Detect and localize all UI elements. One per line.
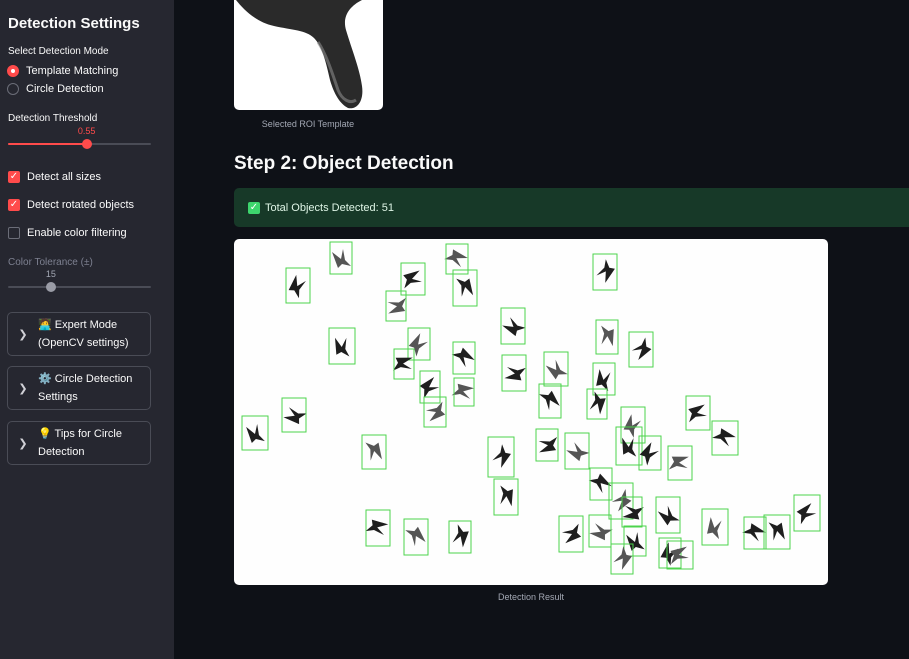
detection-box xyxy=(655,496,681,534)
threshold-label: Detection Threshold xyxy=(8,113,98,124)
detection-box xyxy=(393,348,415,380)
detection-box xyxy=(615,426,643,466)
chevron-right-icon: ❯ xyxy=(18,437,28,450)
expander-line: Settings xyxy=(38,391,78,403)
detection-box xyxy=(564,432,590,470)
expander-line: ⚙️ Circle Detection xyxy=(38,373,133,385)
detection-box xyxy=(285,267,311,304)
threshold-value: 0.55 xyxy=(77,126,96,136)
tolerance-label: Color Tolerance (±) xyxy=(8,257,93,268)
roi-caption: Selected ROI Template xyxy=(261,119,355,129)
alert-text: Total Objects Detected: 51 xyxy=(265,201,395,214)
sidebar-title: Detection Settings xyxy=(8,15,140,32)
main-content: Selected ROI Template Step 2: Object Det… xyxy=(174,0,909,659)
bird-wing-icon xyxy=(236,0,363,109)
detection-box xyxy=(711,420,739,456)
check-icon: ✓ xyxy=(248,201,260,214)
radio-label: Circle Detection xyxy=(26,83,104,95)
expander-circle-settings[interactable]: ❯ ⚙️ Circle Detection Settings xyxy=(7,366,151,410)
detection-box xyxy=(487,436,515,478)
success-alert: ✓ Total Objects Detected: 51 xyxy=(234,188,909,227)
detection-box xyxy=(535,428,559,462)
detection-box xyxy=(667,445,693,481)
radio-template-matching[interactable]: Template Matching xyxy=(7,65,118,77)
detection-box xyxy=(281,397,307,433)
radio-selected-icon[interactable] xyxy=(7,65,19,77)
detection-box xyxy=(558,515,584,553)
tolerance-value: 15 xyxy=(45,269,56,279)
check-icon[interactable]: ✓ xyxy=(8,199,20,211)
detection-box xyxy=(595,319,619,355)
detection-box xyxy=(623,525,647,557)
detection-box xyxy=(328,327,356,365)
detection-box xyxy=(701,508,729,546)
detection-box xyxy=(493,478,519,516)
detection-box xyxy=(329,241,353,275)
checkbox-detect-all-sizes[interactable]: ✓ Detect all sizes xyxy=(8,171,101,183)
detection-box xyxy=(403,518,429,556)
expander-line: Detection xyxy=(38,446,85,458)
expander-label: 💡 Tips for Circle Detection xyxy=(38,425,122,461)
threshold-slider[interactable]: 0.55 xyxy=(8,126,151,154)
detection-boxes xyxy=(241,241,821,575)
detection-box xyxy=(451,341,476,375)
checkbox-detect-rotated[interactable]: ✓ Detect rotated objects xyxy=(8,199,134,211)
detection-box xyxy=(608,482,634,520)
expander-label: ⚙️ Circle Detection Settings xyxy=(38,370,132,406)
detection-box xyxy=(451,377,475,407)
chevron-right-icon: ❯ xyxy=(18,328,28,341)
detection-box xyxy=(588,514,613,548)
sidebar: Detection Settings Select Detection Mode… xyxy=(0,0,174,659)
detection-box xyxy=(628,331,654,368)
detection-box xyxy=(448,520,472,554)
checkbox-label: Detect rotated objects xyxy=(27,199,135,211)
detection-box xyxy=(419,370,441,404)
checkbox-color-filtering[interactable]: Enable color filtering xyxy=(8,227,127,239)
checkbox-label: Detect all sizes xyxy=(27,171,101,183)
detection-box xyxy=(586,388,608,420)
detection-box xyxy=(685,395,711,431)
mode-label: Select Detection Mode xyxy=(8,46,109,57)
checkbox-label: Enable color filtering xyxy=(27,227,127,239)
expander-line: 🧑‍💻 Expert Mode xyxy=(38,319,118,331)
detection-box xyxy=(501,354,527,392)
slider-track[interactable] xyxy=(8,286,151,288)
roi-template-image xyxy=(234,0,383,110)
slider-thumb[interactable] xyxy=(81,139,92,149)
expander-expert-mode[interactable]: ❯ 🧑‍💻 Expert Mode (OpenCV settings) xyxy=(7,312,151,356)
detection-box xyxy=(365,509,391,547)
detection-box xyxy=(763,514,791,550)
detection-box xyxy=(452,269,478,307)
expander-label: 🧑‍💻 Expert Mode (OpenCV settings) xyxy=(38,316,128,352)
detection-box xyxy=(793,494,821,532)
slider-thumb[interactable] xyxy=(45,282,56,292)
detection-box xyxy=(592,253,618,291)
chevron-right-icon: ❯ xyxy=(18,382,28,395)
detection-box xyxy=(423,396,447,428)
radio-circle-detection[interactable]: Circle Detection xyxy=(7,83,104,95)
detection-box xyxy=(407,327,431,361)
result-caption: Detection Result xyxy=(497,592,565,602)
slider-fill xyxy=(8,143,87,145)
detection-box xyxy=(500,307,526,345)
checkbox-empty-icon[interactable] xyxy=(8,227,20,239)
detection-result-image xyxy=(234,239,828,585)
expander-circle-tips[interactable]: ❯ 💡 Tips for Circle Detection xyxy=(7,421,151,465)
radio-unselected-icon[interactable] xyxy=(7,83,19,95)
detection-box xyxy=(592,362,616,396)
detection-box xyxy=(538,383,562,419)
detection-box xyxy=(241,415,269,451)
check-icon[interactable]: ✓ xyxy=(8,171,20,183)
tolerance-slider[interactable]: 15 xyxy=(8,269,151,297)
page-title: Step 2: Object Detection xyxy=(234,153,454,174)
detection-box xyxy=(543,351,569,387)
expander-line: (OpenCV settings) xyxy=(38,337,129,349)
expander-line: 💡 Tips for Circle xyxy=(38,428,122,440)
detection-box xyxy=(400,262,426,296)
detection-box xyxy=(361,434,387,470)
radio-label: Template Matching xyxy=(26,65,119,77)
